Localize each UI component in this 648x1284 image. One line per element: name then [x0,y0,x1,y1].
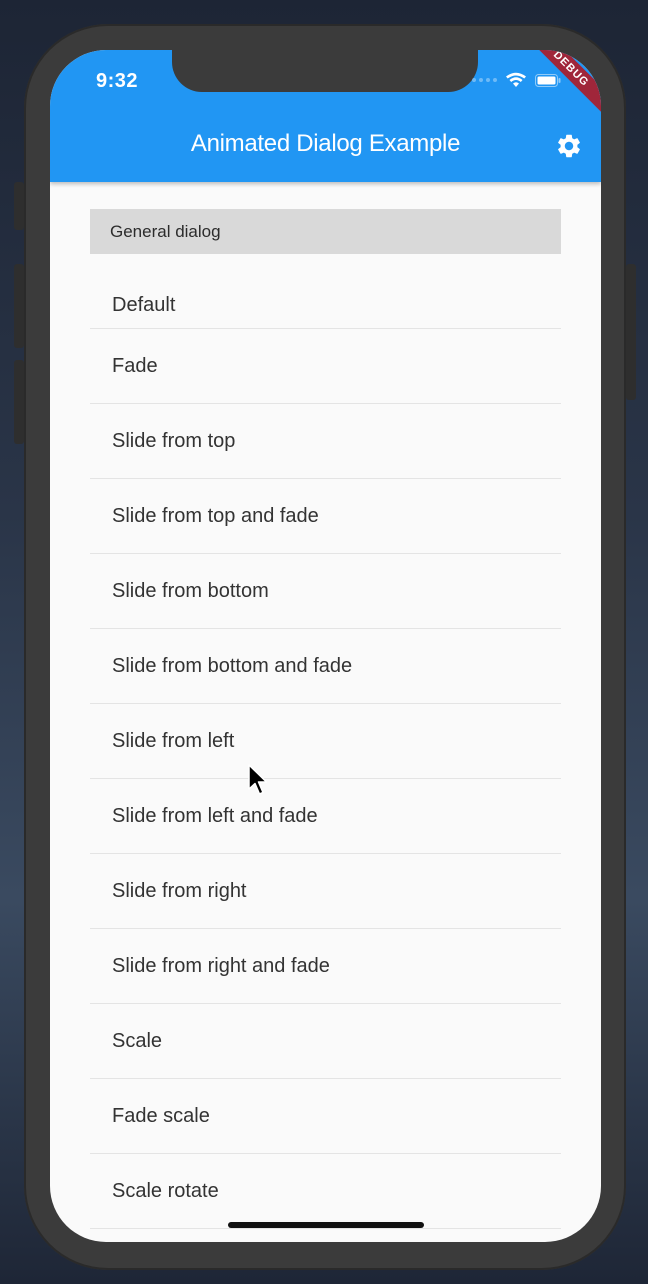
list-item[interactable]: Slide from left and fade [90,779,561,854]
list-item[interactable]: Fade [90,329,561,404]
wifi-icon [506,72,526,87]
volume-down-button [14,360,24,444]
mute-switch [14,182,24,230]
status-time: 9:32 [96,70,139,92]
list-item[interactable]: Slide from top [90,404,561,479]
mouse-cursor-icon [248,764,268,795]
list-item[interactable]: Slide from bottom [90,554,561,629]
settings-button[interactable] [553,130,585,162]
list-item[interactable]: Slide from left [90,704,561,779]
section-header: General dialog [90,209,561,254]
list-item[interactable]: Slide from right [90,854,561,929]
list-item[interactable]: Scale rotate [90,1154,561,1229]
status-icons [472,72,561,88]
list-item[interactable]: Fade scale [90,1079,561,1154]
settings-icon [558,134,580,158]
power-button [626,264,636,400]
phone-screen: 9:32 DEBUG Animated Dialog Example Gener… [50,50,601,1242]
list-item[interactable]: Slide from right and fade [90,929,561,1004]
home-indicator[interactable] [228,1222,424,1228]
battery-icon [535,73,561,87]
list-item[interactable]: Slide from top and fade [90,479,561,554]
list-item[interactable]: Default [90,268,561,329]
list-item[interactable]: Slide from bottom and fade [90,629,561,704]
dialog-list: General dialog Default Fade Slide from top… [90,209,561,1229]
list-item[interactable]: Scale [90,1004,561,1079]
volume-up-button [14,264,24,348]
app-bar: 9:32 DEBUG Animated Dialog Example [50,50,601,182]
list: Default Fade Slide from top Slide from top … [90,268,561,1229]
page-title: Animated Dialog Example [190,130,461,157]
notch [172,50,478,92]
signal-icon [472,78,497,82]
